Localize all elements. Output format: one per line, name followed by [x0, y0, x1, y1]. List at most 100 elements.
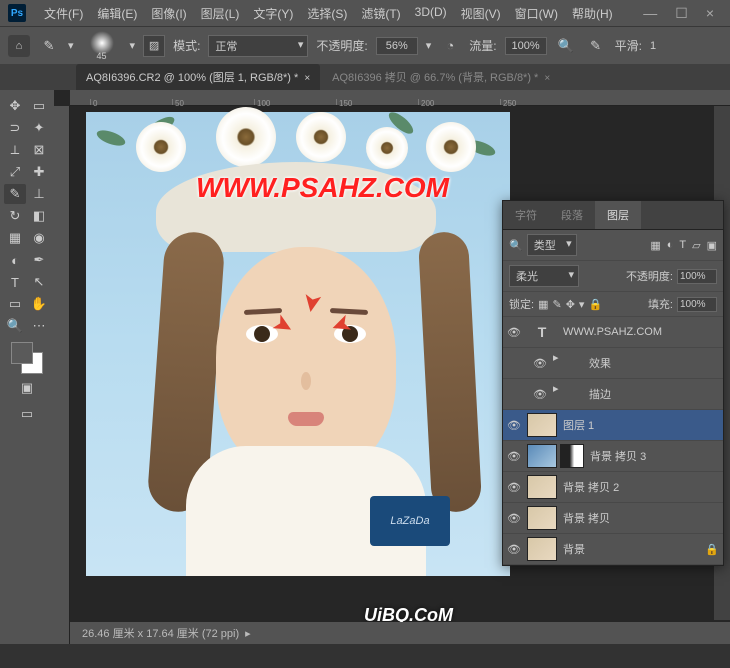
frame-tool[interactable]: ⊠	[28, 140, 50, 160]
filter-type-icon[interactable]: T	[679, 239, 686, 252]
layer-name[interactable]: 背景 拷贝	[563, 510, 719, 526]
document-tab[interactable]: AQ8I6396 拷贝 @ 66.7% (背景, RGB/8*) *×	[322, 64, 560, 90]
menu-item[interactable]: 图像(I)	[145, 2, 192, 25]
layer-name[interactable]: 图层 1	[563, 417, 719, 433]
path-tool[interactable]: ↖	[28, 272, 50, 292]
layer-row[interactable]: 👁 背景 拷贝 3	[503, 441, 723, 472]
tool-preset-icon[interactable]: ✎	[38, 36, 60, 56]
layer-row[interactable]: 👁▸效果	[503, 348, 723, 379]
layer-name[interactable]: 背景 拷贝 2	[563, 479, 719, 495]
brush-panel-icon[interactable]: ▨	[143, 35, 165, 57]
move-tool[interactable]: ✥	[4, 96, 26, 116]
visibility-icon[interactable]: 👁	[507, 480, 521, 494]
layer-name[interactable]: WWW.PSAHZ.COM	[563, 326, 719, 338]
ruler-horizontal[interactable]: 050100150200250	[70, 90, 730, 106]
visibility-icon[interactable]: 👁	[507, 418, 521, 432]
panel-tab[interactable]: 字符	[503, 201, 549, 229]
layer-row[interactable]: 👁▸描边	[503, 379, 723, 410]
maximize-button[interactable]: ☐	[675, 5, 688, 22]
menu-item[interactable]: 窗口(W)	[509, 2, 564, 25]
chevron-down-icon[interactable]: ▾	[426, 39, 432, 52]
pressure-opacity-icon[interactable]: ◔	[439, 36, 461, 56]
visibility-icon[interactable]: 👁	[507, 449, 521, 463]
filter-adjust-icon[interactable]: ◐	[667, 239, 674, 252]
blur-tool[interactable]: ◉	[28, 228, 50, 248]
lock-all-icon[interactable]: 🔒	[588, 298, 602, 311]
panel-tab[interactable]: 段落	[549, 201, 595, 229]
layer-row[interactable]: 👁背景🔒	[503, 534, 723, 565]
lock-pixels-icon[interactable]: ▦	[538, 298, 548, 311]
edit-toolbar[interactable]: ⋯	[28, 316, 50, 336]
opacity-input[interactable]	[376, 37, 418, 55]
layer-row[interactable]: 👁TWWW.PSAHZ.COM	[503, 317, 723, 348]
home-icon[interactable]: ⌂	[8, 35, 30, 57]
layer-row[interactable]: 👁 背景 拷贝 2	[503, 472, 723, 503]
menu-item[interactable]: 视图(V)	[455, 2, 507, 25]
menu-item[interactable]: 图层(L)	[195, 2, 246, 25]
heal-tool[interactable]: ✚	[28, 162, 50, 182]
menu-item[interactable]: 选择(S)	[301, 2, 353, 25]
close-tab-icon[interactable]: ×	[544, 73, 550, 84]
layer-blend-dropdown[interactable]: 柔光	[509, 265, 579, 287]
screenmode-icon[interactable]: ▭	[16, 404, 38, 424]
chevron-right-icon[interactable]: ▸	[245, 627, 251, 640]
layer-name[interactable]: 描边	[589, 386, 719, 402]
layer-name[interactable]: 效果	[589, 355, 719, 371]
layer-row[interactable]: 👁 图层 1	[503, 410, 723, 441]
brush-preview[interactable]: 45	[82, 31, 122, 61]
minimize-button[interactable]: —	[643, 5, 657, 22]
eraser-tool[interactable]: ◧	[28, 206, 50, 226]
fg-bg-swatch[interactable]	[11, 342, 43, 374]
document-tab[interactable]: AQ8I6396.CR2 @ 100% (图层 1, RGB/8*) *×	[76, 64, 320, 90]
close-tab-icon[interactable]: ×	[304, 73, 310, 84]
shape-tool[interactable]: ▭	[4, 294, 26, 314]
document-canvas[interactable]: LaZaDa ➤ ➤ ➤ WWW.PSAHZ.COM	[86, 112, 510, 576]
type-tool[interactable]: T	[4, 272, 26, 292]
stamp-tool[interactable]: ⊥	[28, 184, 50, 204]
hand-tool[interactable]: ✋	[28, 294, 50, 314]
visibility-icon[interactable]: 👁	[507, 542, 521, 556]
zoom-tool[interactable]: 🔍	[4, 316, 26, 336]
layer-name[interactable]: 背景	[563, 541, 699, 557]
visibility-icon[interactable]: 👁	[533, 356, 547, 370]
filter-shape-icon[interactable]: ▱	[692, 239, 700, 252]
layer-mask[interactable]	[560, 444, 584, 468]
blend-mode-dropdown[interactable]: 正常	[208, 35, 308, 57]
brush-tool[interactable]: ✎	[4, 184, 26, 204]
lasso-tool[interactable]: ⊃	[4, 118, 26, 138]
pen-tool[interactable]: ✒	[28, 250, 50, 270]
menu-item[interactable]: 帮助(H)	[566, 2, 619, 25]
filter-type-dropdown[interactable]: 类型	[527, 234, 577, 256]
close-button[interactable]: ×	[706, 5, 714, 22]
quickmask-icon[interactable]: ▣	[16, 378, 38, 398]
quick-select-tool[interactable]: ✦	[28, 118, 50, 138]
marquee-tool[interactable]: ▭	[28, 96, 50, 116]
eyedropper-tool[interactable]: ⤢	[4, 162, 26, 182]
menu-item[interactable]: 文件(F)	[38, 2, 89, 25]
fill-input[interactable]	[677, 297, 717, 312]
ruler-vertical[interactable]	[54, 106, 70, 644]
dodge-tool[interactable]: ◐	[4, 250, 26, 270]
layer-name[interactable]: 背景 拷贝 3	[590, 448, 719, 464]
layer-opacity-input[interactable]	[677, 269, 717, 284]
lock-position-icon[interactable]: ✎	[552, 298, 561, 311]
lock-artboard-icon[interactable]: ✥	[566, 298, 575, 311]
visibility-icon[interactable]: 👁	[507, 325, 521, 339]
visibility-icon[interactable]: 👁	[507, 511, 521, 525]
chevron-down-icon[interactable]: ▾	[130, 39, 136, 52]
panel-tab[interactable]: 图层	[595, 201, 641, 229]
filter-pixel-icon[interactable]: ▦	[650, 239, 660, 252]
menu-item[interactable]: 3D(D)	[409, 2, 453, 25]
airbrush-icon[interactable]: 🔍	[555, 36, 577, 56]
pressure-size-icon[interactable]: ✎	[585, 36, 607, 56]
lock-nest-icon[interactable]: ▾	[579, 298, 585, 311]
layer-row[interactable]: 👁 背景 拷贝	[503, 503, 723, 534]
visibility-icon[interactable]: 👁	[533, 387, 547, 401]
search-icon[interactable]: 🔍	[509, 239, 523, 252]
chevron-down-icon[interactable]: ▾	[68, 39, 74, 52]
flow-input[interactable]	[505, 37, 547, 55]
crop-tool[interactable]: ⟂	[4, 140, 26, 160]
gradient-tool[interactable]: ▦	[4, 228, 26, 248]
menu-item[interactable]: 文字(Y)	[247, 2, 299, 25]
fg-color-swatch[interactable]	[11, 342, 33, 364]
